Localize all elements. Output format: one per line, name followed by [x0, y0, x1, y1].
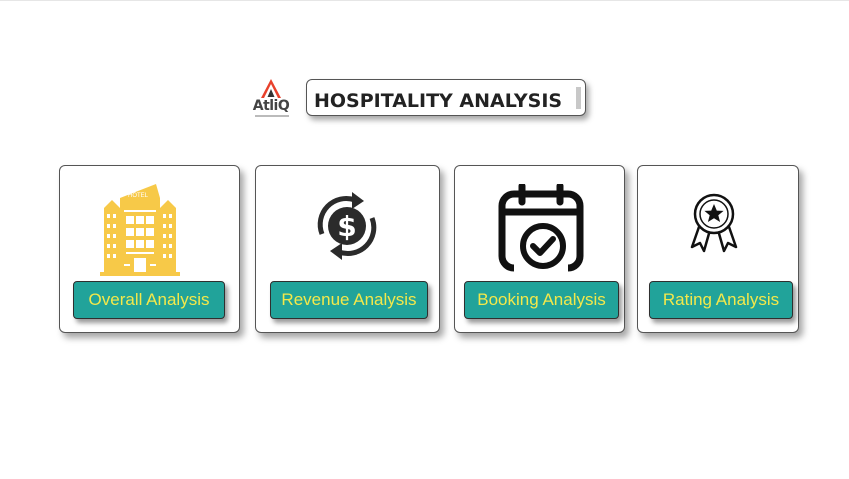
hotel-icon: HOTEL [100, 184, 180, 276]
card-overall: HOTEL Overall Analysis [59, 165, 240, 333]
dollar-refresh-icon: $ [317, 192, 377, 260]
logo-text: AtliQ [252, 98, 290, 114]
title-box: HOSPITALITY ANALYSIS [306, 79, 586, 116]
award-star-icon [690, 193, 738, 253]
hotel-sign: HOTEL [128, 193, 149, 199]
dollar-glyph: $ [337, 210, 356, 243]
overall-analysis-button[interactable]: Overall Analysis [73, 281, 225, 319]
logo-tagline [255, 115, 289, 117]
top-divider [0, 0, 849, 1]
logo-mark-icon [261, 79, 281, 98]
card-revenue: $ Revenue Analysis [255, 165, 440, 333]
page-title: HOSPITALITY ANALYSIS [314, 90, 563, 112]
atliq-logo: AtliQ [247, 78, 295, 124]
revenue-analysis-button[interactable]: Revenue Analysis [270, 281, 428, 319]
booking-analysis-button[interactable]: Booking Analysis [464, 281, 619, 319]
card-booking: Booking Analysis [454, 165, 625, 333]
rating-analysis-button[interactable]: Rating Analysis [649, 281, 793, 319]
title-scrollbar[interactable] [576, 87, 581, 109]
calendar-check-icon [498, 184, 584, 274]
card-rating: Rating Analysis [637, 165, 799, 333]
